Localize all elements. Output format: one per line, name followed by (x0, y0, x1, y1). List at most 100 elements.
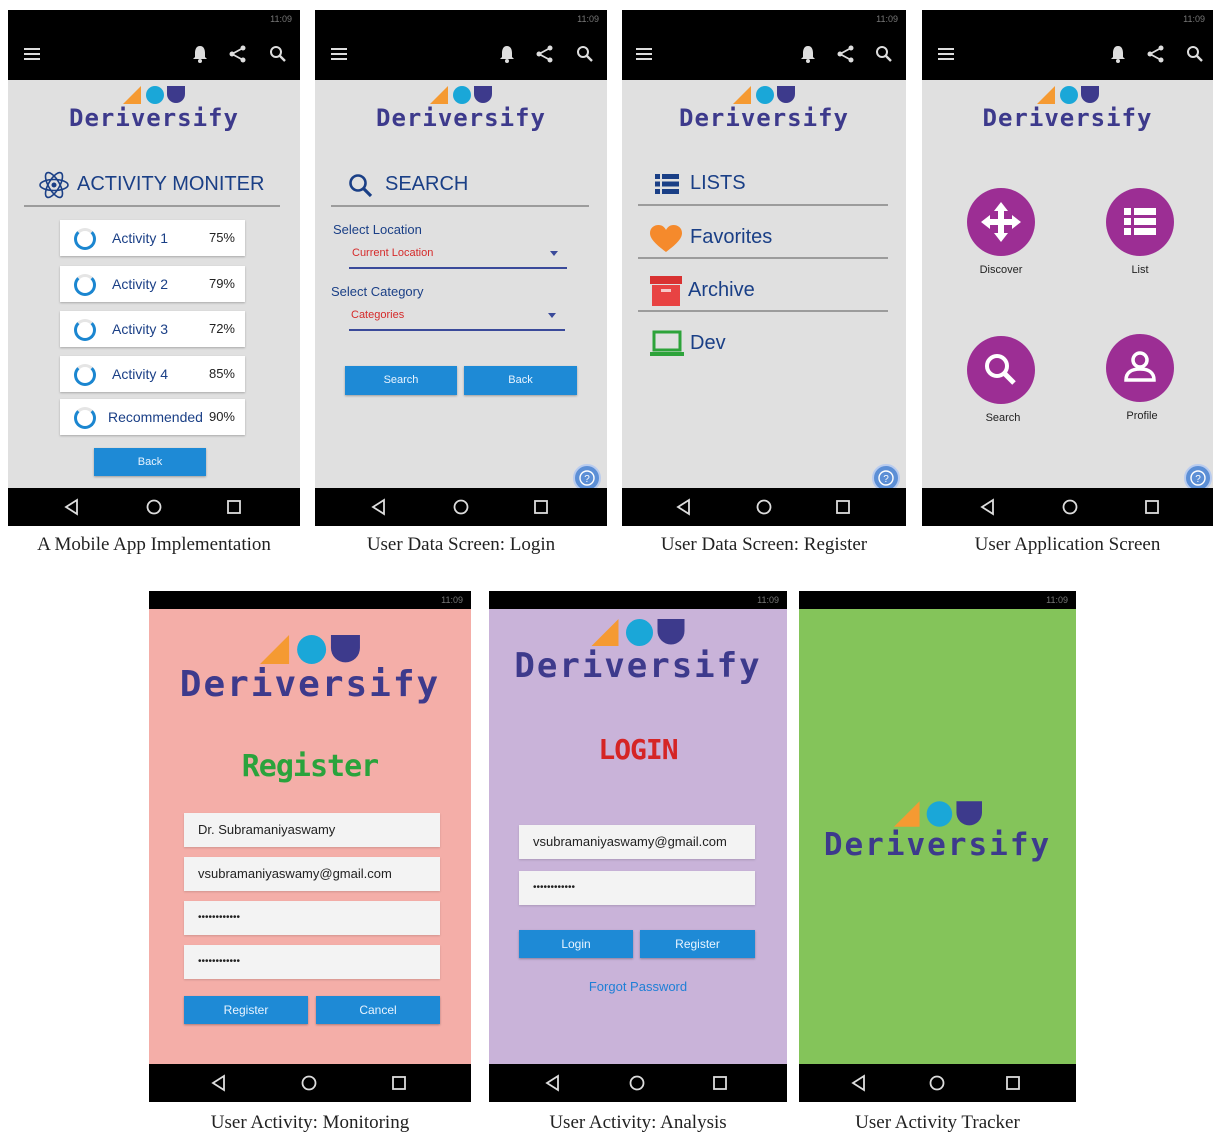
home-nav-icon[interactable] (927, 1073, 947, 1093)
bell-icon[interactable] (495, 42, 519, 66)
home-nav-icon[interactable] (1060, 497, 1080, 517)
confirm-password-field[interactable]: •••••••••••• (184, 945, 440, 979)
activity-row[interactable]: Activity 4 85% (60, 356, 245, 392)
list-label: Archive (688, 279, 755, 301)
progress-ring-icon (74, 228, 96, 250)
nav-bar (315, 488, 607, 526)
brand-logo: Deriversify (489, 619, 787, 686)
cancel-button[interactable]: Cancel (316, 996, 440, 1024)
activity-label: Activity 4 (112, 366, 169, 382)
password-field[interactable]: •••••••••••• (184, 901, 440, 935)
category-value: Categories (351, 309, 405, 321)
screen: Deriversify SEARCH Select Location Curre… (315, 80, 607, 492)
recent-apps-icon[interactable] (389, 1073, 409, 1093)
back-nav-icon[interactable] (369, 497, 389, 517)
share-icon[interactable] (226, 42, 250, 66)
share-icon[interactable] (1144, 42, 1168, 66)
home-nav-icon[interactable] (299, 1073, 319, 1093)
home-nav-icon[interactable] (144, 497, 164, 517)
search-icon[interactable] (1183, 42, 1207, 66)
tile-circle (967, 336, 1035, 404)
progress-ring-icon (74, 274, 96, 296)
phone-splash: 11:09 Deriversify (799, 591, 1076, 1102)
menu-icon[interactable] (934, 42, 958, 66)
email-field[interactable]: vsubramaniyaswamy@gmail.com (184, 857, 440, 891)
back-button[interactable]: Back (464, 366, 577, 395)
back-nav-icon[interactable] (978, 497, 998, 517)
tile-circle (1106, 334, 1174, 402)
login-button[interactable]: Login (519, 930, 633, 958)
register-button[interactable]: Register (640, 930, 755, 958)
back-nav-icon[interactable] (209, 1073, 229, 1093)
progress-ring-icon (74, 407, 96, 429)
nav-bar (489, 1064, 787, 1102)
nav-bar (799, 1064, 1076, 1102)
share-icon[interactable] (533, 42, 557, 66)
back-button[interactable]: Back (94, 448, 206, 476)
tile-label: List (1131, 264, 1149, 276)
activity-row[interactable]: Activity 2 79% (60, 266, 245, 302)
back-nav-icon[interactable] (674, 497, 694, 517)
svg-text:?: ? (1195, 474, 1201, 485)
tile-label: Profile (1126, 410, 1158, 422)
search-icon (985, 354, 1016, 385)
brand-mark-icon (733, 86, 795, 104)
recent-apps-icon[interactable] (710, 1073, 730, 1093)
name-field[interactable]: Dr. Subramaniyaswamy (184, 813, 440, 847)
email-field[interactable]: vsubramaniyaswamy@gmail.com (519, 825, 755, 859)
brand-name: Deriversify (823, 827, 1052, 863)
activity-percent: 85% (208, 366, 235, 381)
password-field[interactable]: •••••••••••• (519, 871, 755, 905)
status-bar: 11:09 (622, 10, 906, 28)
recent-apps-icon[interactable] (1003, 1073, 1023, 1093)
menu-icon[interactable] (20, 42, 44, 66)
svg-text:?: ? (584, 474, 590, 485)
recent-apps-icon[interactable] (1142, 497, 1162, 517)
activity-percent: 72% (208, 321, 235, 336)
search-icon[interactable] (266, 42, 290, 66)
activity-row[interactable]: Activity 3 72% (60, 311, 245, 347)
login-title: LOGIN (598, 733, 678, 766)
share-icon[interactable] (834, 42, 858, 66)
select-underline (349, 329, 565, 331)
bell-icon[interactable] (796, 42, 820, 66)
phone-lists: 11:09 Deriversify LISTS Favorites Archiv… (622, 10, 906, 526)
search-icon[interactable] (573, 42, 597, 66)
brand-mark-icon (260, 635, 360, 664)
home-nav-icon[interactable] (754, 497, 774, 517)
recent-apps-icon[interactable] (531, 497, 551, 517)
back-nav-icon[interactable] (543, 1073, 563, 1093)
screen: Deriversify LOGIN vsubramaniyaswamy@gmai… (489, 609, 787, 1064)
search-button[interactable]: Search (345, 366, 457, 395)
brand-mark-icon (430, 86, 492, 104)
brand-logo: Deriversify (315, 86, 607, 132)
home-nav-icon[interactable] (451, 497, 471, 517)
recent-apps-icon[interactable] (833, 497, 853, 517)
app-bar (315, 28, 607, 80)
search-icon[interactable] (872, 42, 896, 66)
phone-register: 11:09 Deriversify Register Dr. Subramani… (149, 591, 471, 1102)
dropdown-caret-icon (548, 313, 556, 318)
activity-label: Activity 3 (112, 321, 169, 337)
brand-name: Deriversify (982, 104, 1153, 132)
back-nav-icon[interactable] (62, 497, 82, 517)
menu-icon[interactable] (327, 42, 351, 66)
brand-mark-icon (123, 86, 185, 104)
status-bar: 11:09 (799, 591, 1076, 609)
activity-percent: 90% (208, 409, 235, 424)
activity-row[interactable]: Activity 1 75% (60, 220, 245, 256)
brand-name: Deriversify (514, 646, 762, 686)
recent-apps-icon[interactable] (224, 497, 244, 517)
activity-row[interactable]: Recommended 90% (60, 399, 245, 435)
brand-logo: Deriversify (8, 86, 300, 132)
progress-ring-icon (74, 319, 96, 341)
phone-login: 11:09 Deriversify LOGIN vsubramaniyaswam… (489, 591, 787, 1102)
register-button[interactable]: Register (184, 996, 308, 1024)
bell-icon[interactable] (188, 42, 212, 66)
back-nav-icon[interactable] (849, 1073, 869, 1093)
atom-icon (39, 171, 69, 199)
home-nav-icon[interactable] (627, 1073, 647, 1093)
menu-icon[interactable] (632, 42, 656, 66)
bell-icon[interactable] (1106, 42, 1130, 66)
forgot-password-link[interactable]: Forgot Password (489, 979, 787, 994)
